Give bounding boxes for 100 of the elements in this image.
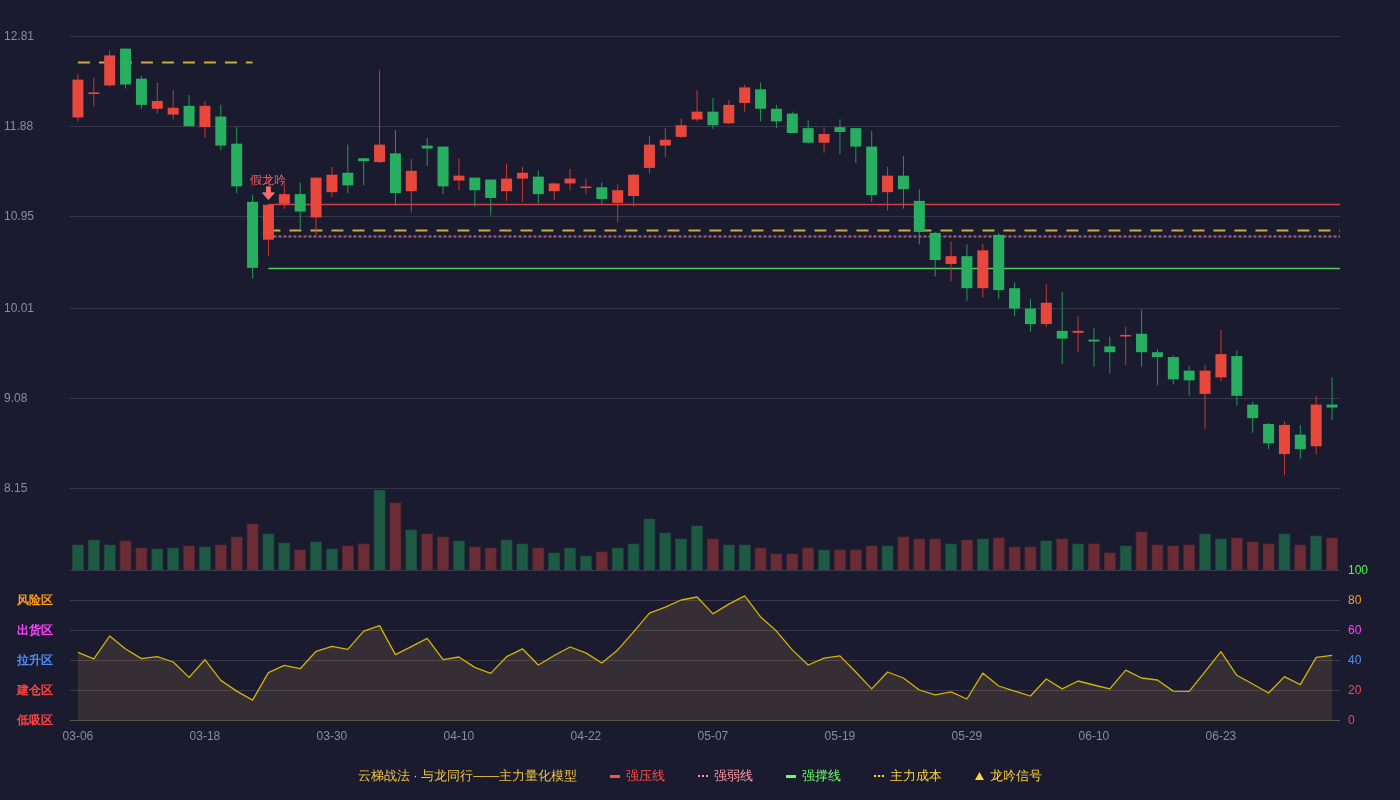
candle: [358, 157, 370, 186]
axis-label: 06-10: [1078, 729, 1110, 744]
volume-bar: [961, 539, 973, 570]
candle: [1104, 336, 1116, 375]
zone-label: 低吸区: [17, 712, 53, 727]
volume-bar: [1215, 538, 1227, 570]
candle: [1120, 326, 1132, 366]
candle: [755, 82, 767, 122]
axis-label: 03-18: [189, 729, 221, 744]
volume-bar: [484, 547, 497, 570]
volume-bar: [532, 547, 545, 570]
candle: [294, 181, 306, 230]
legend-item[interactable]: 龙吟信号: [975, 766, 1043, 786]
candle: [151, 82, 163, 115]
candle: [1151, 348, 1163, 386]
candle: [913, 188, 925, 246]
axis-label: 03-06: [62, 729, 94, 744]
volume-bar: [897, 536, 910, 570]
candle: [770, 104, 782, 129]
legend-item[interactable]: 强压线: [610, 766, 666, 786]
volume-bar: [1104, 552, 1116, 570]
volume-bar: [103, 544, 116, 570]
zone-label: 建仓区: [17, 682, 53, 697]
axis-label: 04-10: [443, 729, 475, 744]
candle: [691, 89, 703, 122]
volume-bar: [1199, 533, 1211, 570]
volume-bar: [881, 545, 894, 570]
volume-bar: [246, 523, 259, 570]
candle: [485, 179, 497, 216]
volume-bar: [453, 540, 465, 570]
candle: [580, 178, 592, 195]
volume-bar: [1231, 537, 1243, 570]
volume-bar: [1040, 540, 1053, 570]
candle: [850, 127, 862, 164]
axis-label: 80: [1348, 592, 1362, 607]
volume-bar: [770, 553, 783, 570]
candle: [183, 94, 195, 127]
candle: [501, 163, 513, 202]
volume-bar: [326, 548, 338, 570]
volume-bar: [802, 547, 814, 570]
candle: [1215, 329, 1227, 382]
candle: [596, 181, 608, 206]
volume-bar: [294, 549, 306, 570]
candle: [326, 166, 338, 198]
candle: [120, 48, 132, 89]
volume-bar: [1056, 538, 1068, 570]
axis-label: 12.81: [4, 28, 35, 43]
candle: [1326, 376, 1338, 421]
candle: [72, 73, 84, 122]
volume-bar: [929, 538, 941, 570]
legend-item[interactable]: 强撑线: [786, 766, 842, 786]
volume-bar: [88, 539, 100, 570]
candle: [1199, 364, 1211, 430]
candle: [929, 231, 941, 278]
candle: [1088, 327, 1100, 368]
volume-bar: [596, 551, 608, 570]
candle: [628, 173, 640, 208]
axis-label: 40: [1348, 652, 1362, 667]
candle: [1278, 420, 1290, 476]
volume-bar: [691, 525, 703, 570]
candle: [945, 241, 957, 282]
legend-item[interactable]: 强弱线: [698, 766, 754, 786]
candle: [167, 89, 179, 120]
signal-label: 假龙吟: [250, 172, 287, 187]
candle: [215, 104, 227, 151]
candle: [135, 75, 147, 110]
candle: [802, 119, 814, 145]
volume-bar: [564, 547, 576, 570]
volume-bar: [421, 533, 433, 570]
candle: [786, 111, 798, 134]
candle: [342, 144, 354, 194]
candle: [1247, 401, 1259, 434]
zone-label: 出货区: [17, 622, 53, 637]
axis-label: 05-19: [824, 729, 856, 744]
candle: [88, 77, 100, 108]
candle: [453, 157, 465, 191]
volume-bar: [342, 545, 354, 570]
candle: [612, 183, 624, 223]
candle: [977, 243, 989, 299]
volume-bar: [754, 547, 767, 570]
axis-label: 11.88: [4, 118, 34, 133]
candle: [961, 244, 973, 302]
volume-bar: [262, 533, 275, 570]
volume-bar: [230, 536, 243, 570]
candle: [723, 99, 735, 125]
volume-bar: [945, 543, 957, 570]
volume-bar: [469, 546, 481, 570]
candle: [818, 126, 830, 153]
legend-title: 云梯战法 · 与龙同行——主力量化模型: [357, 767, 578, 786]
volume-bar: [738, 544, 751, 570]
legend-item[interactable]: 主力成本: [874, 766, 943, 786]
volume-bar: [405, 529, 418, 570]
volume-bar: [707, 538, 719, 570]
volume-bar: [834, 549, 846, 570]
volume-bar: [1135, 531, 1148, 570]
candle: [405, 158, 417, 214]
volume-bar: [850, 549, 862, 570]
volume-bar: [389, 502, 402, 570]
candle: [1024, 298, 1036, 333]
volume-bar: [611, 547, 624, 570]
